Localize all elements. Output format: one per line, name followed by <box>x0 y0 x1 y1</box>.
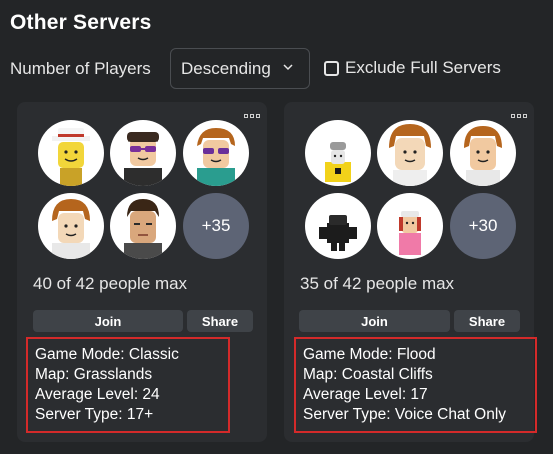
server-info-box: Game Mode: Flood Map: Coastal Cliffs Ave… <box>294 337 537 433</box>
player-avatar[interactable] <box>110 193 176 259</box>
server-type-text: Server Type: Voice Chat Only <box>303 406 507 423</box>
server-type-text: Server Type: 17+ <box>35 406 154 423</box>
player-avatar[interactable] <box>110 120 176 186</box>
server-capacity: 35 of 42 people max <box>300 274 455 293</box>
player-avatar[interactable] <box>183 120 249 186</box>
server-info-box: Game Mode: Classic Map: Grasslands Avera… <box>26 337 230 433</box>
exclude-full-servers-label: Exclude Full Servers <box>345 58 501 77</box>
game-mode-text: Game Mode: Classic <box>35 346 179 363</box>
chevron-down-icon <box>283 64 293 71</box>
map-text: Map: Coastal Cliffs <box>303 366 433 383</box>
exclude-full-servers-checkbox[interactable] <box>324 60 339 76</box>
player-avatar[interactable] <box>305 120 371 186</box>
more-options-icon[interactable] <box>244 114 260 118</box>
player-avatar[interactable] <box>38 193 104 259</box>
join-button[interactable]: Join <box>33 310 183 332</box>
sort-order-dropdown[interactable]: Descending <box>170 48 310 89</box>
more-options-icon[interactable] <box>511 114 527 118</box>
number-of-players-label: Number of Players <box>10 59 151 78</box>
join-button[interactable]: Join <box>299 310 450 332</box>
exclude-full-servers-toggle[interactable]: Exclude Full Servers <box>324 58 501 78</box>
player-avatar[interactable] <box>38 120 104 186</box>
average-level-text: Average Level: 24 <box>35 386 160 403</box>
more-players-count: +30 <box>450 193 516 259</box>
server-capacity: 40 of 42 people max <box>33 274 188 293</box>
more-players-count: +35 <box>183 193 249 259</box>
player-avatar[interactable] <box>377 193 443 259</box>
sort-order-value: Descending <box>181 58 271 78</box>
player-avatar[interactable] <box>450 120 516 186</box>
player-avatar[interactable] <box>377 120 443 186</box>
share-button[interactable]: Share <box>187 310 253 332</box>
map-text: Map: Grasslands <box>35 366 153 383</box>
game-mode-text: Game Mode: Flood <box>303 346 436 363</box>
share-button[interactable]: Share <box>454 310 520 332</box>
section-title: Other Servers <box>10 11 152 34</box>
average-level-text: Average Level: 17 <box>303 386 428 403</box>
player-avatar[interactable] <box>305 193 371 259</box>
